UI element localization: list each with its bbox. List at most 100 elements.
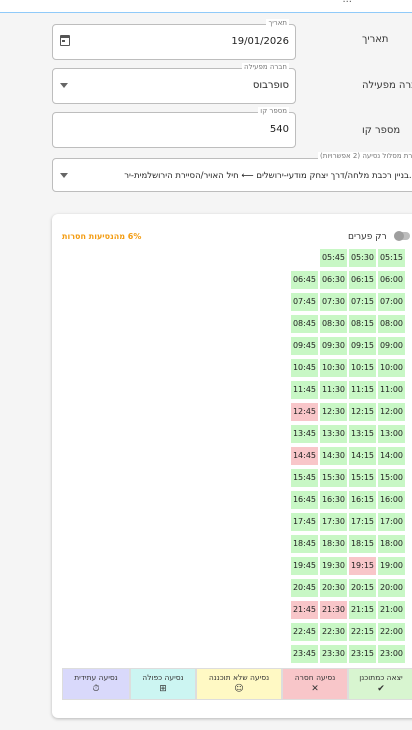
- trip-cell[interactable]: 06:15: [348, 270, 377, 290]
- trip-cell[interactable]: 11:30: [319, 380, 348, 400]
- trip-cell[interactable]: 12:30: [319, 402, 348, 422]
- trip-cell[interactable]: 22:00: [377, 622, 406, 642]
- trip-cell[interactable]: 07:00: [377, 292, 406, 312]
- trip-cell[interactable]: 17:15: [348, 512, 377, 532]
- trip-cell[interactable]: 21:30: [319, 600, 348, 620]
- trip-cell[interactable]: 19:30: [319, 556, 348, 576]
- trip-cell[interactable]: 18:15: [348, 534, 377, 554]
- missing-percentage: 6% מהנסיעות חסרות: [62, 232, 142, 241]
- trip-cell[interactable]: 16:15: [348, 490, 377, 510]
- trip-cell[interactable]: 08:00: [377, 314, 406, 334]
- trip-cell[interactable]: 07:45: [290, 292, 319, 312]
- trip-cell[interactable]: 06:30: [319, 270, 348, 290]
- operator-value: סופרבוס: [252, 80, 289, 91]
- trip-cell[interactable]: 10:00: [377, 358, 406, 378]
- trip-cell[interactable]: 14:15: [348, 446, 377, 466]
- trip-cell[interactable]: 13:00: [377, 424, 406, 444]
- route-select[interactable]: בניין רכבת מלחה/דרך יצחק מודעי-ירושלים ⟵…: [52, 158, 412, 192]
- trip-cell[interactable]: 18:45: [290, 534, 319, 554]
- trip-cell[interactable]: 16:00: [377, 490, 406, 510]
- trip-cell[interactable]: 16:30: [319, 490, 348, 510]
- legend-label: נסיעה חסרה: [294, 673, 336, 682]
- trip-cell[interactable]: 14:45: [290, 446, 319, 466]
- schedule-card: 6% מהנסיעות חסרות רק פערים 05:15 05:30 05:…: [52, 214, 412, 718]
- trip-cell[interactable]: 22:15: [348, 622, 377, 642]
- trip-cell[interactable]: 23:15: [348, 644, 377, 664]
- date-field[interactable]: תאריך 19/01/2026: [52, 19, 296, 60]
- trip-cell[interactable]: 12:15: [348, 402, 377, 422]
- trip-cell[interactable]: 07:30: [319, 292, 348, 312]
- trip-cell[interactable]: 07:15: [348, 292, 377, 312]
- trip-cell[interactable]: 21:45: [290, 600, 319, 620]
- chevron-down-icon[interactable]: [60, 83, 68, 88]
- chevron-down-icon[interactable]: [60, 173, 68, 178]
- trip-cell[interactable]: 08:15: [348, 314, 377, 334]
- trip-cell[interactable]: 15:45: [290, 468, 319, 488]
- trip-cell[interactable]: 23:00: [377, 644, 406, 664]
- trip-cell[interactable]: 22:45: [290, 622, 319, 642]
- trip-cell[interactable]: 09:00: [377, 336, 406, 356]
- trip-cell[interactable]: 20:15: [348, 578, 377, 598]
- trip-cell[interactable]: 14:00: [377, 446, 406, 466]
- trip-cell[interactable]: 06:00: [377, 270, 406, 290]
- calendar-icon[interactable]: [60, 35, 70, 46]
- pairs-only-label: רק פערים: [348, 232, 387, 242]
- clock-icon: ⏱: [92, 684, 100, 694]
- trip-cell[interactable]: 09:15: [348, 336, 377, 356]
- line-number-input[interactable]: מספר קו 540: [52, 107, 296, 148]
- trip-cell[interactable]: 05:30: [348, 248, 377, 268]
- trip-cell[interactable]: 06:45: [290, 270, 319, 290]
- operator-select[interactable]: חברה מפעילה סופרבוס: [52, 63, 296, 104]
- trip-cell[interactable]: 13:15: [348, 424, 377, 444]
- trip-cell[interactable]: 22:30: [319, 622, 348, 642]
- legend-item: נסיעה עתידית ⏱: [62, 668, 130, 700]
- trip-cell[interactable]: 10:45: [290, 358, 319, 378]
- trip-cell[interactable]: 16:45: [290, 490, 319, 510]
- top-bar-text: ...: [342, 0, 352, 5]
- surprised-face-icon: ☺: [234, 684, 244, 694]
- trip-cell[interactable]: 19:45: [290, 556, 319, 576]
- trip-cell[interactable]: 18:30: [319, 534, 348, 554]
- trip-cell[interactable]: 13:30: [319, 424, 348, 444]
- trip-cell[interactable]: 08:30: [319, 314, 348, 334]
- trip-cell[interactable]: 14:30: [319, 446, 348, 466]
- trip-cell[interactable]: 18:00: [377, 534, 406, 554]
- line-legend: מספר קו: [258, 107, 289, 115]
- trip-cell[interactable]: 10:30: [319, 358, 348, 378]
- pairs-only-toggle[interactable]: [394, 231, 410, 241]
- line-value: 540: [269, 124, 289, 135]
- trip-cell[interactable]: 10:15: [348, 358, 377, 378]
- trip-cell[interactable]: 09:45: [290, 336, 319, 356]
- trip-cell[interactable]: 21:00: [377, 600, 406, 620]
- trip-cell[interactable]: 15:15: [348, 468, 377, 488]
- trip-cell[interactable]: 11:00: [377, 380, 406, 400]
- trip-cell[interactable]: 21:15: [348, 600, 377, 620]
- trip-cell[interactable]: 20:30: [319, 578, 348, 598]
- trip-cell[interactable]: 12:00: [377, 402, 406, 422]
- route-legend: בחירת מסלול נסיעה (2 אפשרויות): [318, 152, 412, 160]
- trip-cell[interactable]: 17:30: [319, 512, 348, 532]
- trip-cell[interactable]: 13:45: [290, 424, 319, 444]
- trip-cell[interactable]: 11:15: [348, 380, 377, 400]
- trip-cell[interactable]: 08:45: [290, 314, 319, 334]
- trip-cell[interactable]: 20:00: [377, 578, 406, 598]
- legend-item: יצאה כמתוכנן ✔: [348, 668, 412, 700]
- trip-cell[interactable]: 05:15: [377, 248, 406, 268]
- trip-cell[interactable]: 19:15: [348, 556, 377, 576]
- legend-label: יצאה כמתוכנן: [359, 673, 403, 682]
- trip-cell[interactable]: 23:30: [319, 644, 348, 664]
- trip-cell[interactable]: 17:45: [290, 512, 319, 532]
- operator-row-label: חברה מפעילה: [362, 80, 412, 91]
- trip-cell[interactable]: 19:00: [377, 556, 406, 576]
- trip-cell[interactable]: 15:00: [377, 468, 406, 488]
- trip-cell[interactable]: 05:45: [319, 248, 348, 268]
- trip-cell[interactable]: 12:45: [290, 402, 319, 422]
- trip-cell[interactable]: 09:30: [319, 336, 348, 356]
- legend-label: נסיעה עתידית: [74, 673, 118, 682]
- trip-cell[interactable]: 20:45: [290, 578, 319, 598]
- trip-cell[interactable]: 11:45: [290, 380, 319, 400]
- trip-cell[interactable]: 17:00: [377, 512, 406, 532]
- route-value: בניין רכבת מלחה/דרך יצחק מודעי-ירושלים ⟵…: [124, 171, 412, 181]
- trip-cell[interactable]: 15:30: [319, 468, 348, 488]
- trip-cell[interactable]: 23:45: [290, 644, 319, 664]
